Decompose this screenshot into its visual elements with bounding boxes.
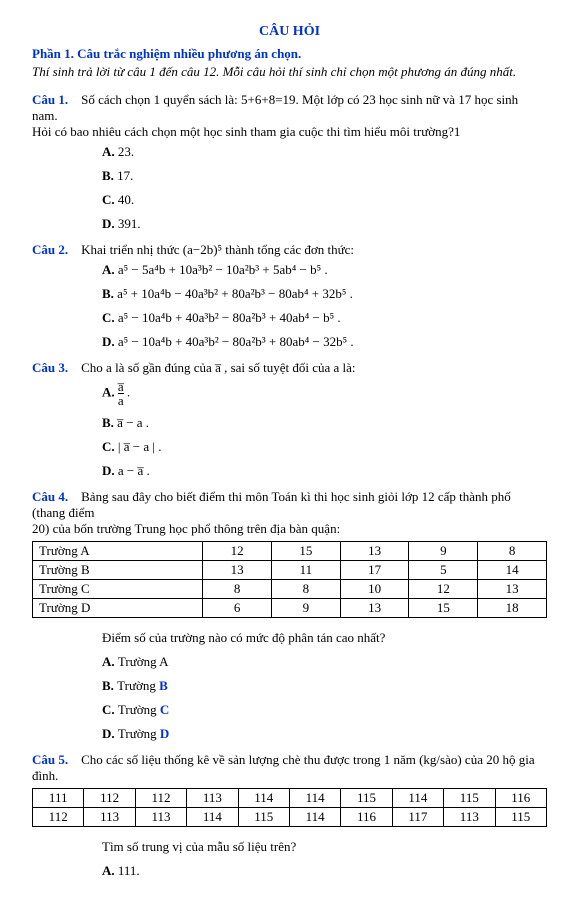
page-title: CÂU HỎI — [32, 24, 547, 40]
q1-text2: Hỏi có bao nhiêu cách chọn một học sinh … — [32, 124, 460, 139]
q3-opt-d: D. a − a̅ . — [102, 463, 547, 479]
q1-opt-c: C. 40. — [102, 192, 547, 208]
q2-opt-d: D. a⁵ − 10a⁴b + 40a³b² − 80a²b³ + 80ab⁴ … — [102, 334, 547, 350]
q4-table: Trường A 12151398 Trường B 131117514 Trư… — [32, 541, 547, 618]
q1-label: Câu 1. — [32, 92, 68, 107]
q5-prompt: Tìm số trung vị của mẫu số liệu trên? — [102, 839, 547, 855]
q4-intro2: 20) của bốn trường Trung học phổ thông t… — [32, 521, 340, 536]
q1-opt-b: B. 17. — [102, 168, 547, 184]
q4-label: Câu 4. — [32, 489, 68, 504]
q4-opt-b: B. Trường B — [102, 678, 547, 694]
table-row: Trường D 69131518 — [33, 599, 547, 618]
table-row: Trường C 88101213 — [33, 580, 547, 599]
q4-opt-a: A. Trường A — [102, 654, 547, 670]
q2-label: Câu 2. — [32, 242, 68, 257]
table-row: Trường A 12151398 — [33, 542, 547, 561]
instruction: Thí sinh trả lời từ câu 1 đến câu 12. Mỗ… — [32, 64, 547, 80]
question-2: Câu 2. Khai triển nhị thức (a−2b)⁵ thành… — [32, 242, 547, 350]
q3-opt-c: C. | a̅ − a | . — [102, 439, 547, 455]
part1-heading: Phần 1. Câu trắc nghiệm nhiều phương án … — [32, 46, 547, 62]
q5-label: Câu 5. — [32, 752, 68, 767]
q4-opt-d: D. Trường D — [102, 726, 547, 742]
question-3: Câu 3. Cho a là số gần đúng của a̅ , sai… — [32, 360, 547, 479]
q5-table: 111112112113114 114115114115116 11211311… — [32, 788, 547, 827]
q2-text: Khai triển nhị thức (a−2b)⁵ thành tổng c… — [71, 242, 354, 257]
q2-opt-a: A. a⁵ − 5a⁴b + 10a³b² − 10a²b³ + 5ab⁴ − … — [102, 262, 547, 278]
q2-opt-b: B. a⁵ + 10a⁴b − 40a³b² + 80a²b³ − 80ab⁴ … — [102, 286, 547, 302]
q5-opt-a: A. 111. — [102, 863, 547, 879]
q2-opt-c: C. a⁵ − 10a⁴b + 40a³b² − 80a²b³ + 40ab⁴ … — [102, 310, 547, 326]
q3-opt-b: B. a̅ − a . — [102, 415, 547, 431]
q1-text1: Số cách chọn 1 quyển sách là: 5+6+8=19. … — [32, 92, 518, 123]
table-row: Trường B 131117514 — [33, 561, 547, 580]
q4-opt-c: C. Trường C — [102, 702, 547, 718]
q1-opt-a: A. 23. — [102, 144, 547, 160]
question-5: Câu 5. Cho các số liệu thống kê về sản l… — [32, 752, 547, 879]
question-1: Câu 1. Số cách chọn 1 quyển sách là: 5+6… — [32, 92, 547, 232]
q4-intro1: Bảng sau đây cho biết điểm thi môn Toán … — [32, 489, 511, 520]
q3-text: Cho a là số gần đúng của a̅ , sai số tuy… — [71, 360, 355, 375]
q5-text: Cho các số liệu thống kê về sản lượng ch… — [32, 752, 535, 783]
question-4: Câu 4. Bảng sau đây cho biết điểm thi mô… — [32, 489, 547, 742]
q3-opt-a: A. a̅ a . — [102, 380, 547, 407]
q4-prompt: Điểm số của trường nào có mức độ phân tá… — [102, 630, 547, 646]
table-row: 111112112113114 114115114115116 — [33, 789, 547, 808]
q1-opt-d: D. 391. — [102, 216, 547, 232]
table-row: 112113113114115 114116117113115 — [33, 808, 547, 827]
q3-label: Câu 3. — [32, 360, 68, 375]
